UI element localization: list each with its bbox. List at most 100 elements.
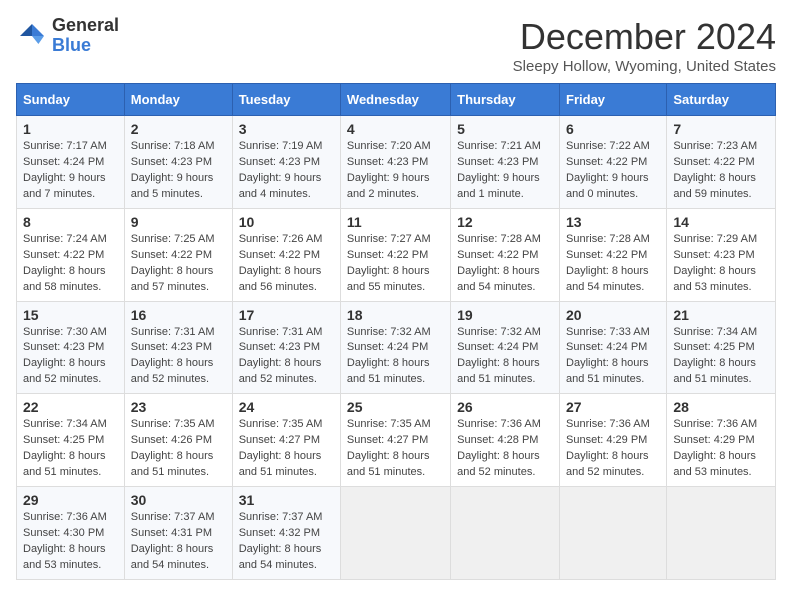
sunset-label: Sunset: 4:24 PM (566, 341, 647, 353)
day-info: Sunrise: 7:22 AM Sunset: 4:22 PM Dayligh… (566, 139, 660, 203)
daylight-label: Daylight: 9 hours and 4 minutes. (239, 172, 322, 200)
day-info: Sunrise: 7:27 AM Sunset: 4:22 PM Dayligh… (347, 232, 444, 296)
calendar-table: SundayMondayTuesdayWednesdayThursdayFrid… (16, 83, 776, 580)
sunrise-label: Sunrise: 7:32 AM (457, 326, 541, 338)
sunset-label: Sunset: 4:22 PM (566, 156, 647, 168)
daylight-label: Daylight: 8 hours and 51 minutes. (347, 357, 430, 385)
day-number: 17 (239, 307, 334, 323)
daylight-label: Daylight: 8 hours and 52 minutes. (23, 357, 106, 385)
sunrise-label: Sunrise: 7:34 AM (673, 326, 757, 338)
sunset-label: Sunset: 4:25 PM (23, 434, 104, 446)
sunset-label: Sunset: 4:22 PM (239, 249, 320, 261)
day-number: 30 (131, 492, 226, 508)
day-info: Sunrise: 7:23 AM Sunset: 4:22 PM Dayligh… (673, 139, 769, 203)
day-of-week-header: Saturday (667, 84, 776, 116)
daylight-label: Daylight: 8 hours and 54 minutes. (457, 265, 540, 293)
sunset-label: Sunset: 4:26 PM (131, 434, 212, 446)
day-number: 29 (23, 492, 118, 508)
daylight-label: Daylight: 8 hours and 52 minutes. (457, 450, 540, 478)
day-number: 28 (673, 399, 769, 415)
daylight-label: Daylight: 9 hours and 5 minutes. (131, 172, 214, 200)
sunset-label: Sunset: 4:23 PM (457, 156, 538, 168)
day-info: Sunrise: 7:36 AM Sunset: 4:29 PM Dayligh… (566, 417, 660, 481)
daylight-label: Daylight: 8 hours and 54 minutes. (131, 543, 214, 571)
sunset-label: Sunset: 4:23 PM (131, 341, 212, 353)
daylight-label: Daylight: 8 hours and 51 minutes. (131, 450, 214, 478)
day-info: Sunrise: 7:21 AM Sunset: 4:23 PM Dayligh… (457, 139, 553, 203)
sunrise-label: Sunrise: 7:35 AM (131, 418, 215, 430)
day-number: 2 (131, 121, 226, 137)
calendar-cell: 31 Sunrise: 7:37 AM Sunset: 4:32 PM Dayl… (232, 487, 340, 580)
day-number: 4 (347, 121, 444, 137)
daylight-label: Daylight: 8 hours and 57 minutes. (131, 265, 214, 293)
day-number: 15 (23, 307, 118, 323)
sunrise-label: Sunrise: 7:37 AM (239, 511, 323, 523)
sunset-label: Sunset: 4:24 PM (23, 156, 104, 168)
day-of-week-header: Friday (560, 84, 667, 116)
sunrise-label: Sunrise: 7:34 AM (23, 418, 107, 430)
sunset-label: Sunset: 4:23 PM (239, 341, 320, 353)
daylight-label: Daylight: 8 hours and 51 minutes. (347, 450, 430, 478)
calendar-cell: 15 Sunrise: 7:30 AM Sunset: 4:23 PM Dayl… (17, 301, 125, 394)
daylight-label: Daylight: 8 hours and 58 minutes. (23, 265, 106, 293)
sunset-label: Sunset: 4:25 PM (673, 341, 754, 353)
sunset-label: Sunset: 4:23 PM (673, 249, 754, 261)
calendar-cell (451, 487, 560, 580)
day-info: Sunrise: 7:28 AM Sunset: 4:22 PM Dayligh… (566, 232, 660, 296)
day-number: 11 (347, 214, 444, 230)
sunset-label: Sunset: 4:23 PM (239, 156, 320, 168)
day-of-week-header: Monday (124, 84, 232, 116)
daylight-label: Daylight: 8 hours and 52 minutes. (566, 450, 649, 478)
day-info: Sunrise: 7:35 AM Sunset: 4:27 PM Dayligh… (239, 417, 334, 481)
logo: General Blue (16, 16, 119, 56)
day-number: 8 (23, 214, 118, 230)
day-info: Sunrise: 7:29 AM Sunset: 4:23 PM Dayligh… (673, 232, 769, 296)
sunset-label: Sunset: 4:24 PM (457, 341, 538, 353)
daylight-label: Daylight: 8 hours and 52 minutes. (131, 357, 214, 385)
daylight-label: Daylight: 8 hours and 51 minutes. (566, 357, 649, 385)
day-info: Sunrise: 7:24 AM Sunset: 4:22 PM Dayligh… (23, 232, 118, 296)
day-info: Sunrise: 7:28 AM Sunset: 4:22 PM Dayligh… (457, 232, 553, 296)
sunrise-label: Sunrise: 7:23 AM (673, 140, 757, 152)
calendar-cell: 4 Sunrise: 7:20 AM Sunset: 4:23 PM Dayli… (340, 116, 450, 209)
sunrise-label: Sunrise: 7:19 AM (239, 140, 323, 152)
daylight-label: Daylight: 8 hours and 51 minutes. (673, 357, 756, 385)
sunrise-label: Sunrise: 7:31 AM (131, 326, 215, 338)
daylight-label: Daylight: 9 hours and 0 minutes. (566, 172, 649, 200)
sunrise-label: Sunrise: 7:29 AM (673, 233, 757, 245)
day-number: 7 (673, 121, 769, 137)
calendar-cell (340, 487, 450, 580)
daylight-label: Daylight: 8 hours and 52 minutes. (239, 357, 322, 385)
calendar-cell: 8 Sunrise: 7:24 AM Sunset: 4:22 PM Dayli… (17, 208, 125, 301)
day-number: 6 (566, 121, 660, 137)
sunset-label: Sunset: 4:32 PM (239, 527, 320, 539)
day-number: 20 (566, 307, 660, 323)
daylight-label: Daylight: 8 hours and 51 minutes. (457, 357, 540, 385)
daylight-label: Daylight: 8 hours and 53 minutes. (673, 450, 756, 478)
day-number: 16 (131, 307, 226, 323)
day-info: Sunrise: 7:36 AM Sunset: 4:30 PM Dayligh… (23, 510, 118, 574)
sunset-label: Sunset: 4:30 PM (23, 527, 104, 539)
calendar-cell: 3 Sunrise: 7:19 AM Sunset: 4:23 PM Dayli… (232, 116, 340, 209)
sunset-label: Sunset: 4:23 PM (131, 156, 212, 168)
sunrise-label: Sunrise: 7:27 AM (347, 233, 431, 245)
page-header: General Blue December 2024 Sleepy Hollow… (16, 16, 776, 75)
calendar-cell: 26 Sunrise: 7:36 AM Sunset: 4:28 PM Dayl… (451, 394, 560, 487)
daylight-label: Daylight: 8 hours and 51 minutes. (23, 450, 106, 478)
day-number: 21 (673, 307, 769, 323)
daylight-label: Daylight: 8 hours and 54 minutes. (566, 265, 649, 293)
day-info: Sunrise: 7:32 AM Sunset: 4:24 PM Dayligh… (347, 325, 444, 389)
calendar-cell: 18 Sunrise: 7:32 AM Sunset: 4:24 PM Dayl… (340, 301, 450, 394)
calendar-cell: 11 Sunrise: 7:27 AM Sunset: 4:22 PM Dayl… (340, 208, 450, 301)
calendar-cell: 12 Sunrise: 7:28 AM Sunset: 4:22 PM Dayl… (451, 208, 560, 301)
day-number: 24 (239, 399, 334, 415)
calendar-cell: 14 Sunrise: 7:29 AM Sunset: 4:23 PM Dayl… (667, 208, 776, 301)
daylight-label: Daylight: 9 hours and 2 minutes. (347, 172, 430, 200)
daylight-label: Daylight: 8 hours and 51 minutes. (239, 450, 322, 478)
day-number: 27 (566, 399, 660, 415)
day-number: 31 (239, 492, 334, 508)
daylight-label: Daylight: 8 hours and 53 minutes. (673, 265, 756, 293)
daylight-label: Daylight: 8 hours and 56 minutes. (239, 265, 322, 293)
day-info: Sunrise: 7:25 AM Sunset: 4:22 PM Dayligh… (131, 232, 226, 296)
daylight-label: Daylight: 9 hours and 7 minutes. (23, 172, 106, 200)
